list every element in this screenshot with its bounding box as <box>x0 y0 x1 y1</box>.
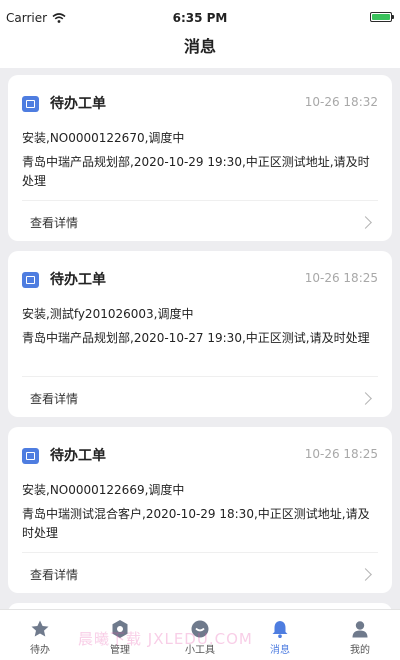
message-detail-text: 青岛中瑞测试混合客户,2020-10-29 18:30,中正区测试地址,请及时处… <box>22 507 370 540</box>
message-detail-text: 青岛中瑞产品规划部,2020-10-29 19:30,中正区测试地址,请及时处理 <box>22 155 370 188</box>
view-details-link[interactable]: 查看详情 <box>30 390 78 407</box>
nav-bar: 消息 <box>0 36 400 68</box>
bell-icon <box>272 621 288 638</box>
battery-icon <box>370 12 394 22</box>
view-details-link[interactable]: 查看详情 <box>30 566 78 583</box>
watermark-text: 晨曦下载 JXLEDU.COM <box>78 630 253 648</box>
tab-mine[interactable]: 我的 <box>320 610 400 660</box>
star-icon <box>31 620 49 637</box>
message-card[interactable]: 待办工单 10-26 18:32 安装,NO0000122670,调度中 青岛中… <box>8 75 392 241</box>
card-divider <box>22 376 378 377</box>
workorder-icon <box>22 448 39 464</box>
message-card-header: 待办工单 10-26 18:25 <box>8 427 392 481</box>
chevron-right-icon[interactable] <box>359 568 372 581</box>
battery-fill <box>372 14 390 20</box>
message-list[interactable]: 待办工单 10-26 18:32 安装,NO0000122670,调度中 青岛中… <box>0 68 400 610</box>
card-divider <box>22 200 378 201</box>
message-summary: 安装,NO0000122670,调度中 <box>22 131 185 145</box>
tab-label: 我的 <box>350 645 370 656</box>
message-time: 10-26 18:25 <box>304 271 378 285</box>
message-detail-text: 青岛中瑞产品规划部,2020-10-27 19:30,中正区测试,请及时处理 <box>22 331 370 345</box>
battery-nub <box>392 15 394 19</box>
message-time: 10-26 18:32 <box>304 95 378 109</box>
message-card-header: 待办工单 10-26 18:32 <box>8 75 392 129</box>
chevron-right-icon[interactable] <box>359 216 372 229</box>
workorder-icon <box>22 272 39 288</box>
message-title: 待办工单 <box>50 96 106 112</box>
workorder-icon <box>22 96 39 112</box>
message-card[interactable]: 待办工单 10-26 18:25 安装,测試fy201026003,调度中 青岛… <box>8 251 392 417</box>
status-bar: Carrier 6:35 PM <box>0 0 400 36</box>
message-summary: 安装,NO0000122669,调度中 <box>22 483 185 497</box>
message-card[interactable]: 待办工单 10-26 18:25 安装,NO0000122669,调度中 青岛中… <box>8 427 392 593</box>
chevron-right-icon[interactable] <box>359 392 372 405</box>
card-divider <box>22 552 378 553</box>
message-card-header: 待办工单 10-26 18:25 <box>8 251 392 305</box>
tab-todo[interactable]: 待办 <box>0 610 80 660</box>
message-summary: 安装,测試fy201026003,调度中 <box>22 307 194 321</box>
message-title: 待办工单 <box>50 448 106 464</box>
view-details-link[interactable]: 查看详情 <box>30 214 78 231</box>
page-title: 消息 <box>183 37 216 56</box>
user-icon <box>352 621 368 638</box>
status-time: 6:35 PM <box>172 11 228 25</box>
message-time: 10-26 18:25 <box>304 447 378 461</box>
tab-label: 待办 <box>30 645 50 656</box>
message-title: 待办工单 <box>50 272 106 288</box>
